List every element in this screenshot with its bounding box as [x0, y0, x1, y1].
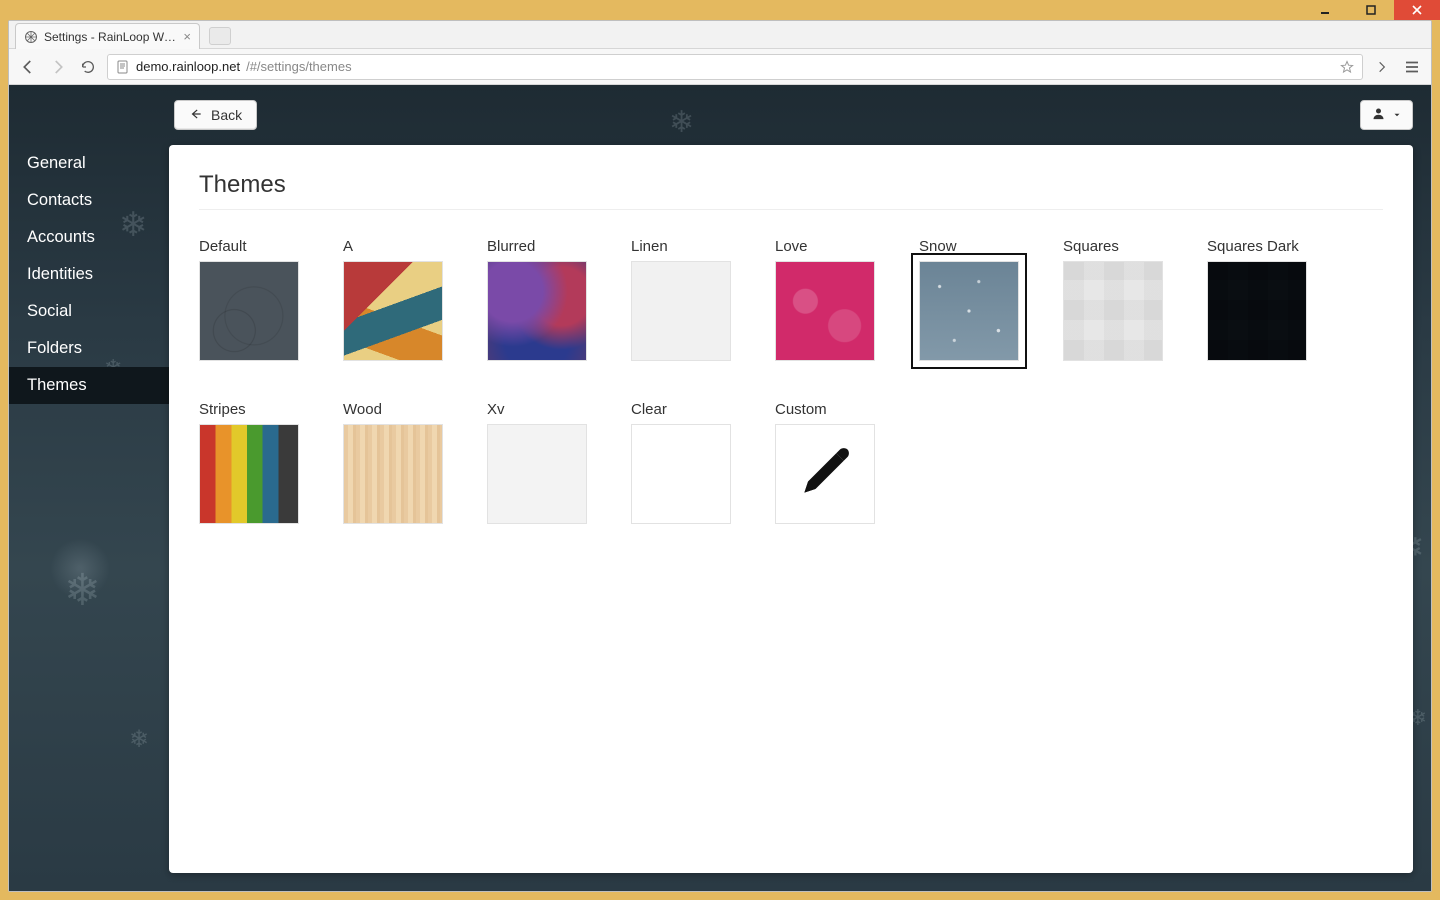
- user-menu-button[interactable]: [1360, 100, 1413, 130]
- theme-card-clear[interactable]: Clear: [631, 401, 731, 524]
- back-button-label: Back: [211, 107, 242, 123]
- sidebar-item-label: Identities: [27, 265, 93, 283]
- app-viewport: Back General Contacts Accounts Identities So…: [9, 85, 1431, 891]
- bookmark-star-icon[interactable]: [1340, 60, 1354, 74]
- sidebar-item-label: Contacts: [27, 191, 92, 209]
- theme-card-wood[interactable]: Wood: [343, 401, 443, 524]
- theme-thumbnail: [919, 261, 1019, 361]
- settings-sidebar: General Contacts Accounts Identities Social F…: [9, 145, 169, 404]
- app-top-bar: Back: [9, 97, 1431, 133]
- page-icon: [116, 60, 130, 74]
- window-maximize-button[interactable]: [1348, 0, 1394, 20]
- window-minimize-button[interactable]: [1302, 0, 1348, 20]
- theme-label: Squares Dark: [1207, 238, 1307, 255]
- theme-thumbnail: [343, 424, 443, 524]
- theme-label: Love: [775, 238, 875, 255]
- address-bar[interactable]: demo.rainloop.net /#/settings/themes: [107, 54, 1363, 80]
- window-title-bar: [0, 0, 1440, 20]
- theme-label: Squares: [1063, 238, 1163, 255]
- browser-tab[interactable]: Settings - RainLoop Webm ×: [15, 23, 200, 49]
- snowflake-icon: [129, 725, 149, 754]
- new-tab-button[interactable]: [209, 27, 231, 45]
- sidebar-item-identities[interactable]: Identities: [9, 256, 169, 293]
- browser-tab-title: Settings - RainLoop Webm: [44, 30, 177, 44]
- theme-label: Default: [199, 238, 299, 255]
- theme-thumbnail: [487, 424, 587, 524]
- sidebar-item-folders[interactable]: Folders: [9, 330, 169, 367]
- chevron-right-icon[interactable]: [1371, 56, 1393, 78]
- theme-label: Snow: [919, 238, 1019, 255]
- theme-card-squares-dark[interactable]: Squares Dark: [1207, 238, 1307, 361]
- theme-thumbnail: [487, 261, 587, 361]
- sidebar-item-label: Social: [27, 302, 72, 320]
- window-frame: Settings - RainLoop Webm × demo.rainloop…: [0, 0, 1440, 900]
- theme-label: Clear: [631, 401, 731, 418]
- panel-divider: [199, 209, 1383, 210]
- snowflake-icon: [64, 565, 101, 616]
- theme-card-love[interactable]: Love: [775, 238, 875, 361]
- browser-nav-bar: demo.rainloop.net /#/settings/themes: [9, 49, 1431, 85]
- sidebar-item-general[interactable]: General: [9, 145, 169, 182]
- theme-card-blurred[interactable]: Blurred: [487, 238, 587, 361]
- theme-card-xv[interactable]: Xv: [487, 401, 587, 524]
- theme-label: Xv: [487, 401, 587, 418]
- panel-heading: Themes: [199, 171, 1383, 199]
- theme-label: Wood: [343, 401, 443, 418]
- theme-thumbnail: [775, 261, 875, 361]
- theme-label: Linen: [631, 238, 731, 255]
- sidebar-item-themes[interactable]: Themes: [9, 367, 169, 404]
- user-icon: [1371, 106, 1386, 124]
- nav-reload-icon[interactable]: [77, 56, 99, 78]
- url-host: demo.rainloop.net: [136, 59, 240, 74]
- theme-thumbnail: [775, 424, 875, 524]
- theme-label: A: [343, 238, 443, 255]
- theme-thumbnail: [343, 261, 443, 361]
- sidebar-item-contacts[interactable]: Contacts: [9, 182, 169, 219]
- theme-label: Custom: [775, 401, 875, 418]
- pencil-icon: [795, 442, 855, 507]
- sidebar-item-label: General: [27, 154, 86, 172]
- theme-thumbnail: [1063, 261, 1163, 361]
- url-path: /#/settings/themes: [246, 59, 352, 74]
- theme-thumbnail: [631, 261, 731, 361]
- browser-tab-strip: Settings - RainLoop Webm ×: [9, 21, 1431, 49]
- nav-back-icon[interactable]: [17, 56, 39, 78]
- themes-grid: Default A Blurred Linen Love Snow Squares Squar…: [199, 238, 1383, 524]
- tab-close-icon[interactable]: ×: [183, 29, 191, 44]
- theme-card-custom[interactable]: Custom: [775, 401, 875, 524]
- theme-card-default[interactable]: Default: [199, 238, 299, 361]
- theme-card-snow[interactable]: Snow: [919, 238, 1019, 361]
- theme-thumbnail: [199, 261, 299, 361]
- theme-card-linen[interactable]: Linen: [631, 238, 731, 361]
- browser-window: Settings - RainLoop Webm × demo.rainloop…: [8, 20, 1432, 892]
- theme-card-stripes[interactable]: Stripes: [199, 401, 299, 524]
- theme-label: Blurred: [487, 238, 587, 255]
- window-close-button[interactable]: [1394, 0, 1440, 20]
- sidebar-item-accounts[interactable]: Accounts: [9, 219, 169, 256]
- browser-menu-icon[interactable]: [1401, 56, 1423, 78]
- settings-panel: Themes Default A Blurred Linen Love Snow Squar…: [169, 145, 1413, 873]
- theme-label: Stripes: [199, 401, 299, 418]
- theme-card-squares[interactable]: Squares: [1063, 238, 1163, 361]
- arrow-left-icon: [189, 107, 203, 124]
- theme-thumbnail: [631, 424, 731, 524]
- caret-down-icon: [1392, 108, 1402, 123]
- nav-forward-icon[interactable]: [47, 56, 69, 78]
- theme-card-a[interactable]: A: [343, 238, 443, 361]
- sidebar-item-social[interactable]: Social: [9, 293, 169, 330]
- sidebar-item-label: Themes: [27, 376, 87, 394]
- sidebar-item-label: Folders: [27, 339, 82, 357]
- back-button[interactable]: Back: [174, 100, 257, 130]
- sidebar-item-label: Accounts: [27, 228, 95, 246]
- tab-favicon-icon: [24, 30, 38, 44]
- theme-thumbnail: [199, 424, 299, 524]
- theme-thumbnail: [1207, 261, 1307, 361]
